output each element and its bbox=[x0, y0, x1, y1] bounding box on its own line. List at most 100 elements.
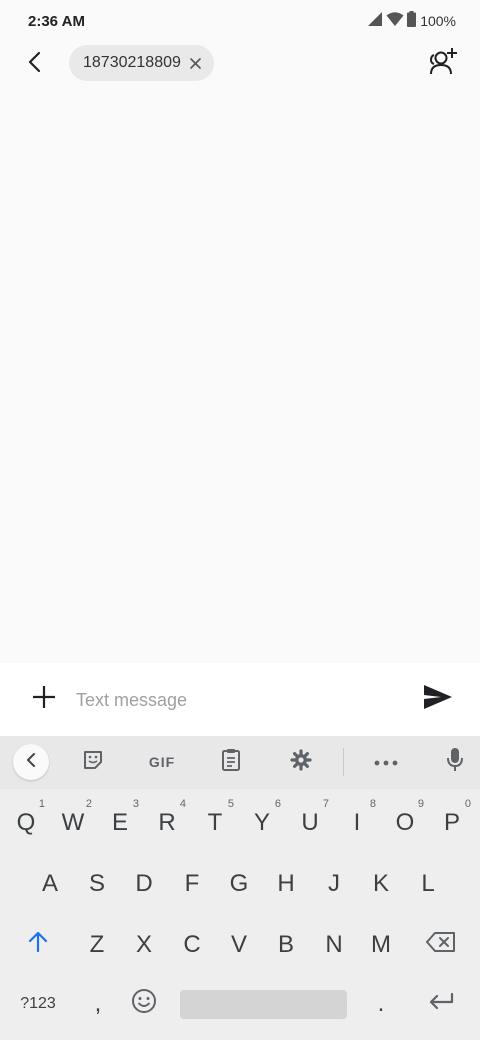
key-label: R bbox=[158, 809, 176, 836]
key-label: H bbox=[277, 870, 295, 897]
key-d[interactable]: D bbox=[122, 856, 166, 912]
space-bar[interactable] bbox=[180, 990, 347, 1019]
key-label: C bbox=[183, 931, 201, 958]
key-x[interactable]: X bbox=[122, 917, 166, 973]
key-hint: 7 bbox=[322, 798, 329, 810]
recipient-chip[interactable]: 18730218809 bbox=[69, 45, 214, 81]
key-hint: 9 bbox=[417, 798, 424, 810]
key-hint: 8 bbox=[369, 798, 376, 810]
key-label: L bbox=[421, 870, 435, 897]
signal-icon bbox=[367, 11, 383, 32]
toolbar-divider bbox=[343, 748, 344, 776]
key-j[interactable]: J bbox=[312, 856, 356, 912]
status-time: 2:36 AM bbox=[28, 13, 85, 30]
key-u[interactable]: U7 bbox=[288, 795, 332, 851]
emoji-key[interactable] bbox=[122, 976, 166, 1032]
key-hint: 0 bbox=[464, 798, 471, 810]
key-m[interactable]: M bbox=[359, 917, 403, 973]
gif-button[interactable]: GIF bbox=[142, 744, 182, 780]
add-people-button[interactable] bbox=[424, 46, 460, 82]
key-hint: 1 bbox=[38, 798, 45, 810]
key-label: A bbox=[41, 870, 58, 897]
key-label: V bbox=[230, 931, 247, 958]
key-hint: 3 bbox=[132, 798, 139, 810]
key-label: X bbox=[135, 931, 152, 958]
comma-key[interactable]: , bbox=[76, 976, 120, 1032]
key-label: G bbox=[229, 870, 249, 897]
keyboard-collapse-button[interactable] bbox=[13, 744, 49, 780]
enter-key[interactable] bbox=[419, 976, 463, 1032]
key-label: , bbox=[94, 990, 102, 1017]
sticker-button[interactable] bbox=[73, 744, 113, 780]
conversation-header: 18730218809 bbox=[0, 40, 480, 88]
shift-key[interactable] bbox=[16, 917, 60, 973]
key-label: J bbox=[328, 870, 340, 897]
message-input[interactable] bbox=[76, 683, 396, 717]
chevron-left-icon bbox=[25, 752, 37, 773]
keyboard-toolbar: GIF bbox=[0, 736, 480, 789]
message-composer bbox=[0, 663, 480, 736]
key-i[interactable]: I8 bbox=[335, 795, 379, 851]
key-s[interactable]: S bbox=[75, 856, 119, 912]
remove-recipient-icon[interactable] bbox=[189, 56, 203, 70]
key-l[interactable]: L bbox=[406, 856, 450, 912]
key-g[interactable]: G bbox=[217, 856, 261, 912]
key-hint: 6 bbox=[274, 798, 281, 810]
key-label: D bbox=[135, 870, 153, 897]
battery-icon bbox=[407, 10, 417, 32]
key-t[interactable]: T5 bbox=[193, 795, 237, 851]
key-n[interactable]: N bbox=[312, 917, 356, 973]
key-label: N bbox=[325, 931, 343, 958]
send-button[interactable] bbox=[420, 681, 456, 717]
more-options-button[interactable] bbox=[366, 744, 406, 780]
key-q[interactable]: Q1 bbox=[4, 795, 48, 851]
key-k[interactable]: K bbox=[359, 856, 403, 912]
key-w[interactable]: W2 bbox=[51, 795, 95, 851]
key-label: K bbox=[372, 870, 389, 897]
key-label: ?123 bbox=[20, 995, 56, 1012]
wifi-icon bbox=[386, 11, 404, 32]
key-label: I bbox=[353, 809, 361, 836]
key-o[interactable]: O9 bbox=[383, 795, 427, 851]
status-bar: 2:36 AM 100% bbox=[0, 0, 480, 44]
key-hint: 5 bbox=[227, 798, 234, 810]
key-b[interactable]: B bbox=[264, 917, 308, 973]
key-hint: 4 bbox=[179, 798, 186, 810]
key-label: F bbox=[184, 870, 200, 897]
gif-label: GIF bbox=[148, 754, 176, 770]
recipient-number: 18730218809 bbox=[83, 54, 181, 71]
period-key[interactable]: . bbox=[359, 976, 403, 1032]
key-label: B bbox=[277, 931, 294, 958]
back-arrow-icon bbox=[27, 51, 41, 78]
key-f[interactable]: F bbox=[170, 856, 214, 912]
key-r[interactable]: R4 bbox=[145, 795, 189, 851]
key-label: S bbox=[88, 870, 105, 897]
emoji-icon bbox=[131, 988, 157, 1021]
symbols-key[interactable]: ?123 bbox=[12, 976, 64, 1032]
key-label: . bbox=[377, 990, 385, 1017]
send-icon bbox=[423, 684, 453, 715]
keyboard-settings-button[interactable] bbox=[281, 744, 321, 780]
key-v[interactable]: V bbox=[217, 917, 261, 973]
key-label: Z bbox=[89, 931, 105, 958]
back-button[interactable] bbox=[18, 46, 50, 82]
voice-input-button[interactable] bbox=[435, 744, 475, 780]
key-e[interactable]: E3 bbox=[98, 795, 142, 851]
key-p[interactable]: P0 bbox=[430, 795, 474, 851]
key-hint: 2 bbox=[85, 798, 92, 810]
attach-button[interactable] bbox=[26, 681, 62, 717]
plus-icon bbox=[32, 685, 56, 714]
key-y[interactable]: Y6 bbox=[240, 795, 284, 851]
enter-icon bbox=[428, 990, 454, 1018]
status-icons: 100% bbox=[367, 10, 456, 32]
backspace-key[interactable] bbox=[419, 917, 463, 973]
key-h[interactable]: H bbox=[264, 856, 308, 912]
key-label: U bbox=[301, 809, 319, 836]
key-c[interactable]: C bbox=[170, 917, 214, 973]
key-label: E bbox=[111, 809, 128, 836]
clipboard-button[interactable] bbox=[211, 744, 251, 780]
key-a[interactable]: A bbox=[28, 856, 72, 912]
more-horizontal-icon bbox=[374, 753, 398, 771]
key-label: Y bbox=[253, 809, 270, 836]
key-z[interactable]: Z bbox=[75, 917, 119, 973]
